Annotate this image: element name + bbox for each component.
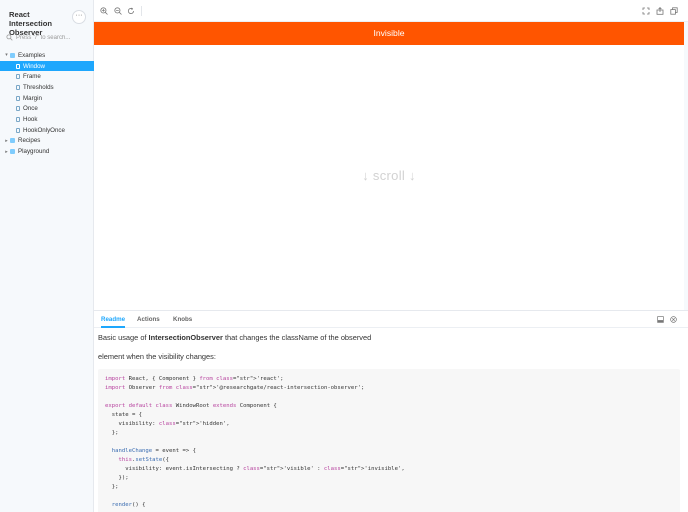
sidebar-folder[interactable]: ▾ Examples bbox=[0, 50, 94, 61]
story-icon bbox=[16, 84, 20, 90]
sidebar-item-label: Examples bbox=[18, 51, 46, 59]
sidebar-item-label: Playground bbox=[18, 148, 50, 156]
copy-icon[interactable] bbox=[670, 7, 678, 15]
readme-intro: Basic usage of IntersectionObserver that… bbox=[98, 333, 684, 342]
code-line: state = { bbox=[105, 412, 143, 418]
readme-text: that changes the className of the observ… bbox=[222, 333, 372, 342]
addons-tabs: Readme Actions Knobs bbox=[94, 311, 688, 328]
folder-icon bbox=[10, 52, 15, 58]
sidebar-story[interactable]: Margin bbox=[0, 93, 94, 104]
folder-icon bbox=[10, 149, 15, 155]
sidebar-story[interactable]: Hook bbox=[0, 114, 94, 125]
story-icon bbox=[16, 116, 20, 122]
folder-icon bbox=[10, 138, 15, 144]
chevron-right-icon: ▸ bbox=[5, 137, 8, 144]
visibility-banner: Invisible bbox=[94, 22, 684, 45]
code-line: }; bbox=[105, 484, 119, 490]
story-icon bbox=[16, 74, 20, 80]
sidebar-story[interactable]: Once bbox=[0, 103, 94, 114]
zoom-in-icon[interactable] bbox=[100, 7, 108, 15]
story-icon bbox=[16, 127, 20, 133]
story-icon bbox=[16, 63, 20, 69]
scroll-hint: ↓ scroll ↓ bbox=[362, 168, 416, 183]
sidebar-item-label: Once bbox=[23, 105, 38, 113]
code-line: import React, { Component } from class="… bbox=[105, 376, 281, 382]
fullscreen-icon[interactable] bbox=[642, 7, 650, 15]
code-line: export default class WindowRoot extends … bbox=[105, 403, 277, 409]
code-line: visibility: event.isIntersecting ? class… bbox=[105, 466, 314, 472]
code-line: }; bbox=[105, 430, 119, 436]
readme-text: Basic usage of bbox=[98, 333, 149, 342]
sidebar-story[interactable]: Window bbox=[0, 60, 94, 72]
sidebar-story[interactable]: Frame bbox=[0, 71, 94, 82]
story-icon bbox=[16, 95, 20, 101]
sidebar-menu-button[interactable]: ··· bbox=[72, 10, 86, 24]
sidebar-folder[interactable]: ▸ Recipes bbox=[0, 136, 94, 147]
sidebar-item-label: Frame bbox=[23, 73, 41, 81]
sidebar-item-label: Thresholds bbox=[23, 83, 54, 91]
search-icon bbox=[6, 34, 13, 41]
story-icon bbox=[16, 106, 20, 112]
sidebar-item-label: HookOnlyOnce bbox=[23, 126, 65, 134]
code-line: }); bbox=[105, 475, 129, 481]
code-line: render() { bbox=[111, 502, 146, 508]
sidebar-item-label: Recipes bbox=[18, 137, 41, 145]
readme-content: Basic usage of IntersectionObserver that… bbox=[98, 333, 684, 371]
sidebar-story[interactable]: Thresholds bbox=[0, 82, 94, 93]
share-icon[interactable] bbox=[656, 7, 664, 15]
sidebar-story[interactable]: HookOnlyOnce bbox=[0, 125, 94, 136]
tab-actions[interactable]: Actions bbox=[137, 311, 160, 328]
code-line: import Observer from class="str">'@resea… bbox=[105, 385, 361, 391]
sidebar-folder[interactable]: ▸ Playground bbox=[0, 146, 94, 157]
zoom-out-icon[interactable] bbox=[114, 7, 122, 15]
sidebar-item-label: Window bbox=[23, 62, 46, 70]
code-line: handleChange = event => { bbox=[111, 448, 196, 454]
search-input[interactable] bbox=[16, 34, 86, 41]
tab-readme[interactable]: Readme bbox=[101, 311, 126, 328]
toolbar-divider bbox=[141, 6, 142, 16]
tab-knobs[interactable]: Knobs bbox=[173, 311, 192, 328]
story-preview: Invisible ↓ scroll ↓ bbox=[94, 22, 684, 310]
preview-toolbar bbox=[94, 0, 688, 22]
close-panel-icon[interactable] bbox=[670, 316, 677, 323]
panel-position-icon[interactable] bbox=[657, 316, 664, 323]
addons-panel: Readme Actions Knobs Basic usage of Inte… bbox=[94, 310, 688, 512]
storybook-app: React Intersection Observer ··· ▾Example… bbox=[0, 0, 688, 512]
code-block: import React, { Component } from class="… bbox=[98, 369, 680, 512]
sidebar-item-label: Hook bbox=[23, 115, 38, 123]
readme-intro-line2: element when the visibility changes: bbox=[98, 352, 216, 361]
search-box bbox=[6, 32, 88, 43]
chevron-right-icon: ▸ bbox=[5, 148, 8, 155]
code-line: this.setState({ bbox=[118, 457, 170, 463]
story-tree: ▾ Examples Window Frame Thresholds Margin Once… bbox=[0, 50, 94, 157]
sidebar-item-label: Margin bbox=[23, 94, 42, 102]
reset-zoom-icon[interactable] bbox=[127, 7, 135, 15]
chevron-down-icon: ▾ bbox=[5, 52, 8, 59]
sidebar: React Intersection Observer ··· ▾Example… bbox=[0, 0, 94, 512]
readme-keyword: IntersectionObserver bbox=[148, 333, 223, 342]
code-line: visibility: class="str">'hidden' bbox=[105, 421, 227, 427]
